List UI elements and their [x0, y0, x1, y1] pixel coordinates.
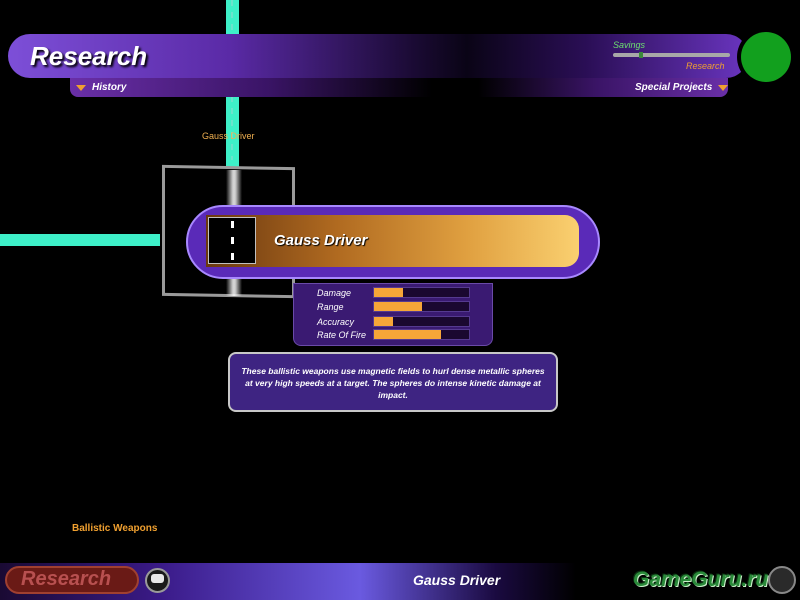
selected-item-name: Gauss Driver: [274, 232, 368, 249]
savings-research-slider[interactable]: [613, 53, 730, 57]
special-projects-tab[interactable]: Special Projects: [635, 82, 729, 93]
stat-label-rate-of-fire: Rate Of Fire: [317, 330, 367, 340]
research-label: Research: [686, 61, 725, 71]
stat-label-accuracy: Accuracy: [317, 317, 355, 327]
watermark-logo: GameGuru.ru: [633, 568, 769, 591]
dropdown-arrow-icon: [76, 84, 86, 91]
stat-label-range: Range: [317, 302, 344, 312]
dropdown-arrow-icon: [718, 84, 729, 91]
header-subbar: [70, 78, 728, 97]
stat-bar-rate-of-fire: [373, 329, 470, 340]
history-tab-label: History: [92, 82, 127, 93]
tech-tree-connector-horizontal: [0, 234, 160, 246]
stat-bar-accuracy: [373, 316, 470, 327]
icon-segment: [231, 221, 234, 228]
special-projects-label: Special Projects: [635, 82, 713, 93]
menu-button[interactable]: [768, 566, 796, 594]
item-description: These ballistic weapons use magnetic fie…: [241, 366, 545, 400]
savings-slider-handle[interactable]: [639, 52, 643, 58]
icon-segment: [231, 237, 234, 244]
page-title: Research: [30, 41, 148, 71]
stat-fill: [374, 317, 393, 326]
history-tab[interactable]: History: [76, 82, 126, 93]
bottom-title: Gauss Driver: [413, 572, 501, 588]
savings-label: Savings: [613, 40, 646, 50]
tree-category-label: Ballistic Weapons: [72, 523, 158, 534]
stat-fill: [374, 288, 403, 297]
stat-fill: [374, 302, 422, 311]
stat-label-damage: Damage: [317, 288, 352, 298]
stat-bar-range: [373, 301, 470, 312]
selected-item-gradient: [206, 215, 579, 267]
stat-fill: [374, 330, 441, 339]
research-button-label: Research: [21, 568, 112, 590]
icon-segment: [231, 253, 234, 260]
chat-icon: [151, 574, 164, 583]
status-orb-icon[interactable]: [741, 32, 791, 82]
stat-bar-damage: [373, 287, 470, 298]
tree-node-label: Gauss Driver: [202, 131, 255, 141]
